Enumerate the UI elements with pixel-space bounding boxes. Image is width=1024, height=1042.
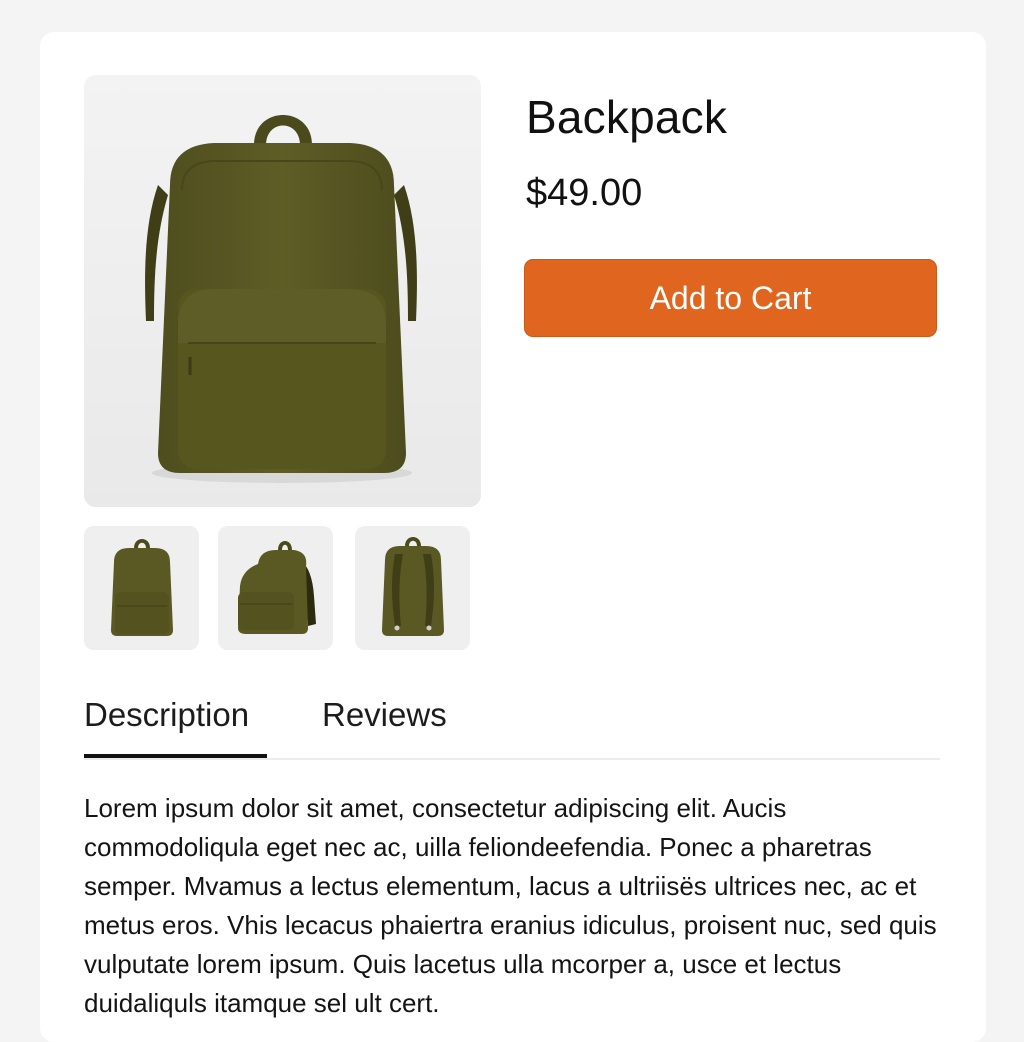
main-product-image xyxy=(84,75,481,507)
product-tabs: Description Reviews xyxy=(84,692,940,760)
product-price: $49.00 xyxy=(526,172,643,214)
product-title: Backpack xyxy=(526,91,728,143)
tab-reviews[interactable]: Reviews xyxy=(322,696,447,734)
tab-description[interactable]: Description xyxy=(84,696,267,734)
backpack-front-thumbnail-image xyxy=(84,526,199,650)
backpack-back-thumbnail-image xyxy=(355,526,470,650)
backpack-image xyxy=(84,75,481,507)
add-to-cart-button[interactable]: Add to Cart xyxy=(524,259,937,337)
product-card: Backpack $49.00 Add to Cart Description … xyxy=(40,32,986,1042)
backpack-angled-thumbnail-image xyxy=(218,526,333,650)
thumbnail-front[interactable] xyxy=(84,526,199,650)
active-tab-indicator xyxy=(84,754,267,758)
thumbnail-back[interactable] xyxy=(355,526,470,650)
product-description: Lorem ipsum dolor sit amet, consectetur … xyxy=(84,793,937,1018)
thumbnail-angled[interactable] xyxy=(218,526,333,650)
